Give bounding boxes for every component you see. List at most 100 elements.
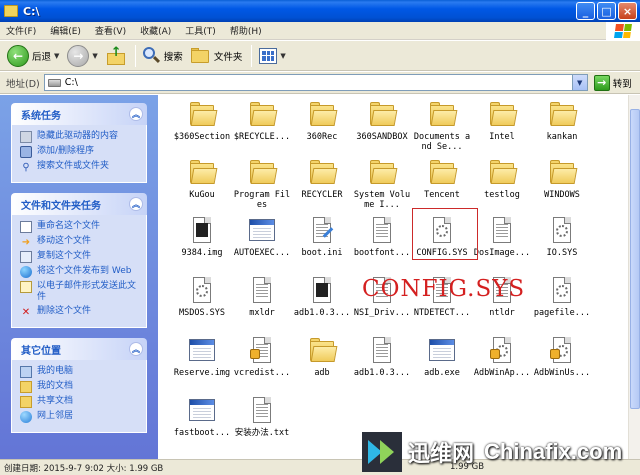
go-button[interactable]: → 转到 xyxy=(593,74,632,91)
back-button[interactable]: ← 后退 ▼ xyxy=(4,43,62,69)
menu-help[interactable]: 帮助(H) xyxy=(230,24,262,37)
file-item[interactable]: adb xyxy=(292,335,352,378)
file-item[interactable]: $RECYCLE... xyxy=(232,99,292,142)
application-icon xyxy=(426,335,458,365)
file-item[interactable]: $360Section xyxy=(172,99,232,142)
file-item[interactable]: Documents and Se... xyxy=(412,99,472,152)
folder-icon xyxy=(366,157,398,187)
file-tasks-header[interactable]: 文件和文件夹任务 ︽ xyxy=(11,193,147,215)
forward-button[interactable]: → ▼ xyxy=(64,43,100,69)
watermark-en: Chinafix.com xyxy=(484,438,623,464)
chevron-down-icon[interactable]: ▼ xyxy=(571,75,587,90)
up-button[interactable]: ↑ xyxy=(103,43,129,69)
toolbar: ← 后退 ▼ → ▼ ↑ 搜索 文件夹 ▼ xyxy=(0,41,640,71)
watermark: 迅维网 Chinafix.com xyxy=(362,428,640,475)
file-item[interactable]: RECYCLER xyxy=(292,157,352,200)
task-add-remove-programs[interactable]: 添加/删除程序 xyxy=(20,146,140,158)
place-shared-documents[interactable]: 共享文档 xyxy=(20,396,140,408)
file-item[interactable]: DosImage... xyxy=(472,215,532,258)
minimize-button[interactable]: _ xyxy=(576,2,595,20)
file-item[interactable]: AdbWinUs... xyxy=(532,335,592,378)
globe-icon xyxy=(20,266,32,278)
task-copy[interactable]: 复制这个文件 xyxy=(20,251,140,263)
search-button[interactable]: 搜索 xyxy=(140,43,186,69)
file-item[interactable]: mxldr xyxy=(232,275,292,318)
scrollbar-thumb[interactable] xyxy=(630,109,640,409)
other-places-header[interactable]: 其它位置 ︽ xyxy=(11,338,147,360)
window-title: C:\ xyxy=(23,4,40,18)
watermark-cn: 迅维网 xyxy=(408,441,475,467)
folder-icon xyxy=(306,335,338,365)
folder-icon xyxy=(426,99,458,129)
collapse-icon[interactable]: ︽ xyxy=(129,107,143,121)
folder-icon xyxy=(546,99,578,129)
system-file-icon xyxy=(546,275,578,305)
file-item[interactable]: Reserve.img xyxy=(172,335,232,378)
system-tasks-header[interactable]: 系统任务 ︽ xyxy=(11,103,147,125)
file-item[interactable]: adb.exe xyxy=(412,335,472,378)
title-bar[interactable]: C:\ _ □ × xyxy=(0,0,640,22)
task-move[interactable]: ➜ 移动这个文件 xyxy=(20,236,140,248)
windows-logo-icon xyxy=(606,22,640,40)
file-icon xyxy=(366,215,398,245)
menu-favorites[interactable]: 收藏(A) xyxy=(140,24,171,37)
folder-icon xyxy=(486,99,518,129)
file-item[interactable]: Program Files xyxy=(232,157,292,210)
file-item[interactable]: AUTOEXEC... xyxy=(232,215,292,258)
file-item[interactable]: 安装办法.txt xyxy=(232,395,292,438)
task-rename[interactable]: 重命名这个文件 xyxy=(20,221,140,233)
place-my-computer[interactable]: 我的电脑 xyxy=(20,366,140,378)
task-delete[interactable]: ✕ 删除这个文件 xyxy=(20,306,140,318)
close-button[interactable]: × xyxy=(618,2,637,20)
chevron-down-icon[interactable]: ▼ xyxy=(280,52,285,60)
folder-icon xyxy=(546,157,578,187)
file-item[interactable]: WINDOWS xyxy=(532,157,592,200)
maximize-button[interactable]: □ xyxy=(597,2,616,20)
folders-button[interactable]: 文件夹 xyxy=(188,43,246,69)
window-file-icon xyxy=(186,395,218,425)
text-file-icon xyxy=(246,395,278,425)
file-item[interactable]: kankan xyxy=(532,99,592,142)
file-item[interactable]: Intel xyxy=(472,99,532,142)
address-input[interactable]: C:\ ▼ xyxy=(43,74,588,91)
file-item[interactable]: vcredist... xyxy=(232,335,292,378)
chevron-down-icon[interactable]: ▼ xyxy=(54,52,59,60)
file-icon xyxy=(486,215,518,245)
place-my-documents[interactable]: 我的文档 xyxy=(20,381,140,393)
file-item[interactable]: 360Rec xyxy=(292,99,352,142)
folder-window-icon xyxy=(4,5,18,17)
file-item[interactable]: 9384.img xyxy=(172,215,232,258)
task-hide-drive[interactable]: 隐藏此驱动器的内容 xyxy=(20,131,140,143)
menu-view[interactable]: 查看(V) xyxy=(95,24,126,37)
file-item[interactable]: boot.ini xyxy=(292,215,352,258)
folder-icon xyxy=(20,381,32,393)
file-item[interactable]: testlog xyxy=(472,157,532,200)
file-item[interactable]: adb1.0.3... xyxy=(352,335,412,378)
system-file-icon xyxy=(546,215,578,245)
file-item[interactable]: adb1.0.3... xyxy=(292,275,352,318)
menu-edit[interactable]: 编辑(E) xyxy=(50,24,81,37)
views-button[interactable]: ▼ xyxy=(256,43,288,69)
folder-icon xyxy=(190,47,211,64)
task-search-files[interactable]: ⚲ 搜索文件或文件夹 xyxy=(20,161,140,173)
file-item[interactable]: IO.SYS xyxy=(532,215,592,258)
file-item[interactable]: 360SANDBOX xyxy=(352,99,412,142)
place-network[interactable]: 网上邻居 xyxy=(20,411,140,423)
menu-file[interactable]: 文件(F) xyxy=(6,24,36,37)
file-item[interactable]: KuGou xyxy=(172,157,232,200)
file-item[interactable]: pagefile... xyxy=(532,275,592,318)
file-item[interactable]: AdbWinAp... xyxy=(472,335,532,378)
collapse-icon[interactable]: ︽ xyxy=(129,342,143,356)
file-item[interactable]: Tencent xyxy=(412,157,472,200)
file-item[interactable]: fastboot... xyxy=(172,395,232,438)
file-item[interactable]: System Volume I... xyxy=(352,157,412,210)
chevron-down-icon[interactable]: ▼ xyxy=(92,52,97,60)
file-item[interactable]: bootfont... xyxy=(352,215,412,258)
menu-tools[interactable]: 工具(T) xyxy=(185,24,216,37)
task-publish-web[interactable]: 将这个文件发布到 Web xyxy=(20,266,140,278)
file-item[interactable]: MSDOS.SYS xyxy=(172,275,232,318)
vertical-scrollbar[interactable] xyxy=(628,95,640,459)
file-icon xyxy=(306,275,338,305)
task-email[interactable]: 以电子邮件形式发送此文件 xyxy=(20,281,140,303)
collapse-icon[interactable]: ︽ xyxy=(129,197,143,211)
